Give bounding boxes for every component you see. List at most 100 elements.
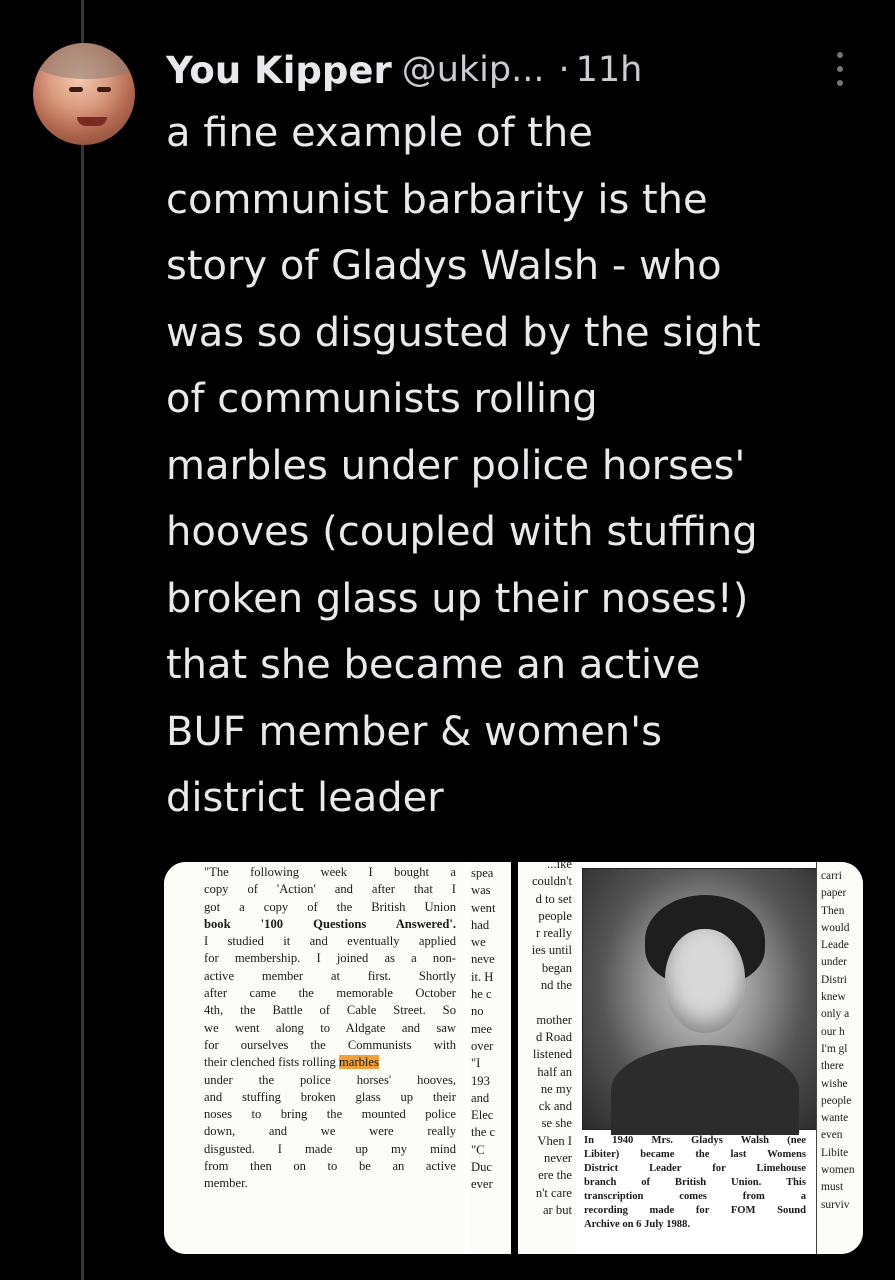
clipping-fragment: it. H bbox=[471, 969, 494, 984]
tweet-text-line: communist barbarity is the bbox=[166, 176, 708, 223]
tweet-text-line: marbles under police horses' bbox=[166, 442, 746, 489]
clipping-fragment: "I bbox=[471, 1056, 481, 1071]
portrait-photo bbox=[582, 868, 824, 1135]
caption-line: District Leader for Limehouse bbox=[584, 1163, 806, 1174]
clipping-fragment: Then bbox=[821, 904, 845, 917]
clipping-fragment: knew bbox=[821, 991, 846, 1004]
clipping-fragment: had bbox=[471, 917, 490, 932]
caption-line: transcription comes from a bbox=[584, 1191, 806, 1202]
separator-dot: · bbox=[558, 50, 570, 90]
avatar[interactable] bbox=[33, 43, 135, 145]
caption-line: In 1940 Mrs. Gladys Walsh (nee bbox=[584, 1135, 806, 1146]
clipping-line: "The following week I bought a bbox=[204, 865, 456, 879]
clipping-line: I studied it and eventually applied bbox=[204, 934, 456, 949]
caption-line: branch of British Union. This bbox=[584, 1177, 806, 1188]
tweet-header: You Kipper @ukip... · 11h bbox=[166, 44, 642, 96]
clipping-fragment: d Road bbox=[535, 1029, 572, 1044]
caption-line: recording made for FOM Sound bbox=[584, 1205, 806, 1216]
clipping-line: copy of 'Action' and after that I bbox=[204, 882, 456, 897]
clipping-fragment: 193 bbox=[471, 1073, 490, 1088]
clipping-fragment: neve bbox=[471, 952, 495, 967]
clipping-fragment: half an bbox=[537, 1064, 572, 1079]
clipping-fragment: our h bbox=[821, 1025, 845, 1038]
clipping-column-left: "The following week I bought a copy of '… bbox=[164, 862, 464, 1254]
clipping-fragment: ever bbox=[471, 1177, 493, 1192]
clipping-fragment bbox=[532, 994, 572, 1011]
clipping-fragment: I'm gl bbox=[821, 1042, 848, 1055]
clipping-fragment: only a bbox=[821, 1008, 850, 1021]
clipping-fragment: mee bbox=[471, 1021, 492, 1036]
highlighted-word: marbles bbox=[339, 1055, 379, 1070]
clipping-line: for ourselves the Communists with bbox=[204, 1037, 456, 1052]
clipping-fragment: must bbox=[821, 1181, 844, 1194]
clipping-fragment: paper bbox=[821, 887, 847, 900]
tweet-text-line: was so disgusted by the sight bbox=[166, 309, 761, 356]
clipping-fragment: ar but bbox=[542, 1202, 572, 1217]
avatar-eye-left bbox=[69, 87, 83, 92]
clipping-line: their clenched fists rolling bbox=[204, 1055, 336, 1070]
clipping-line-highlight: their clenched fists rolling marbles bbox=[204, 1054, 456, 1071]
clipping-fragment: wante bbox=[821, 1112, 849, 1125]
tweet-text: a fine example of the communist barbarit… bbox=[166, 100, 876, 832]
clipping-fragment: Leade bbox=[821, 939, 849, 952]
clipping-fragment: began bbox=[541, 960, 572, 975]
clipping-fragment: ne my bbox=[540, 1081, 572, 1096]
clipping-fragment: se she bbox=[541, 1116, 572, 1131]
more-options-icon[interactable] bbox=[829, 52, 851, 86]
photo-caption: In 1940 Mrs. Gladys Walsh (nee Libiter) … bbox=[584, 1134, 806, 1232]
clipping-line: from then on to be an active bbox=[204, 1159, 456, 1174]
clipping-fragment: Libite bbox=[821, 1146, 849, 1159]
clipping-fragment: we bbox=[471, 935, 486, 950]
tweet-text-line: a fine example of the bbox=[166, 110, 593, 156]
clipping-line: after came the memorable October bbox=[204, 986, 456, 1001]
clipping-fragment: would bbox=[821, 921, 850, 934]
clipping-line: 4th, the Battle of Cable Street. So bbox=[204, 1003, 456, 1018]
clipping-fragment: never bbox=[544, 1151, 572, 1166]
clipping-fragment: couldn't bbox=[531, 874, 572, 889]
clipping-line: for membership. I joined as a non- bbox=[204, 951, 456, 966]
avatar-hair bbox=[33, 43, 135, 79]
clipping-fragment: spea bbox=[471, 866, 494, 880]
tweet-media-image[interactable]: "The following week I bought a copy of '… bbox=[164, 862, 863, 1254]
caption-line: Libiter) became the last Womens bbox=[584, 1149, 806, 1160]
tweet-text-line: broken glass up their noses!) bbox=[166, 575, 749, 622]
clipping-fragment: ck and bbox=[538, 1099, 572, 1114]
clipping-fragment: ...ike bbox=[547, 862, 572, 871]
clipping-line: down, and we were really bbox=[204, 1124, 456, 1139]
clipping-fragment: wishe bbox=[821, 1077, 848, 1090]
clipping-fragment: "C bbox=[471, 1142, 485, 1157]
tweet-text-line: district leader bbox=[166, 775, 444, 821]
clipping-fragment: the c bbox=[471, 1125, 496, 1140]
clipping-fragment: no bbox=[471, 1004, 484, 1019]
clipping-line: under the police horses' hooves, bbox=[204, 1072, 456, 1087]
clipping-line: disgusted. I made up my mind bbox=[204, 1141, 456, 1156]
portrait-face bbox=[665, 929, 745, 1033]
user-handle[interactable]: @ukip... bbox=[402, 50, 545, 90]
clipping-fragment: Vhen I bbox=[537, 1133, 572, 1148]
tweet-text-line: that she became an active bbox=[166, 642, 701, 688]
clipping-fragment: women bbox=[821, 1164, 855, 1177]
clipping-line: got a copy of the British Union bbox=[204, 899, 456, 914]
clipping-fragment: was bbox=[471, 883, 491, 898]
tweet-text-line: of communists rolling bbox=[166, 376, 598, 422]
tweet-text-line: hooves (coupled with stuffing bbox=[166, 509, 758, 555]
clipping-fragment: nd the bbox=[540, 978, 572, 993]
display-name[interactable]: You Kipper bbox=[166, 49, 392, 92]
clipping-fragment: d to set bbox=[535, 891, 572, 906]
clipping-line: we went along to Aldgate and saw bbox=[204, 1020, 456, 1035]
clipping-line: and stuffing broken glass up their bbox=[204, 1089, 456, 1104]
portrait-body bbox=[611, 1045, 799, 1135]
timestamp[interactable]: 11h bbox=[576, 50, 643, 90]
clipping-fragment: ies until bbox=[531, 943, 572, 958]
clipping-fragment: mother bbox=[536, 1012, 572, 1027]
clipping-fragment: there bbox=[821, 1060, 844, 1073]
caption-line: Archive on 6 July 1988. bbox=[584, 1219, 691, 1230]
clipping-line: member. bbox=[204, 1176, 248, 1191]
clipping-fragment: over bbox=[471, 1038, 494, 1053]
clipping-fragment: and bbox=[471, 1090, 490, 1105]
clipping-line: active member at first. Shortly bbox=[204, 968, 456, 983]
clipping-fragment: under bbox=[821, 956, 847, 969]
clipping-fragment: listened bbox=[532, 1047, 572, 1062]
tweet-text-line: BUF member & women's bbox=[166, 708, 662, 755]
clipping-fragment: n't care bbox=[535, 1185, 572, 1200]
